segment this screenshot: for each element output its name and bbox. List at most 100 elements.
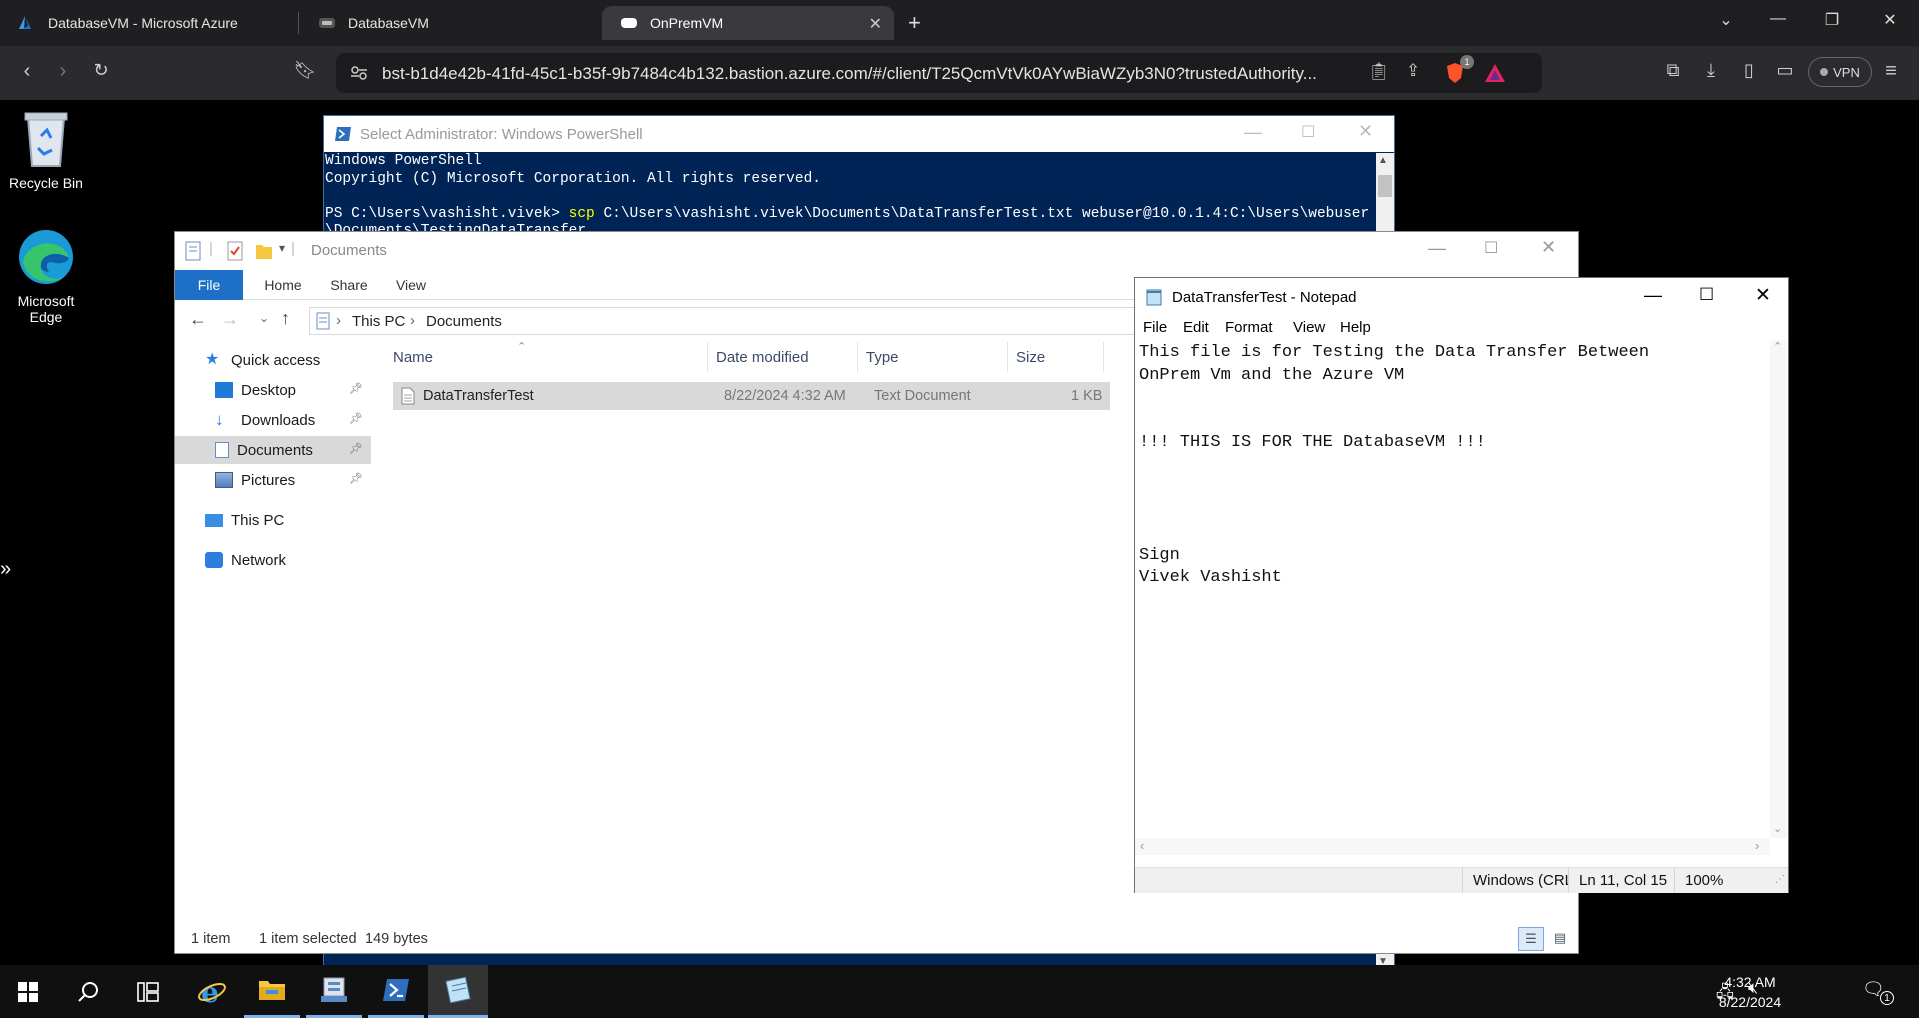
scroll-right-icon[interactable]: › xyxy=(1755,838,1759,853)
back-button[interactable]: ‹ xyxy=(12,60,42,83)
tab-databasevm-azure[interactable]: DatabaseVM - Microsoft Azure xyxy=(0,6,296,40)
notepad-icon xyxy=(1146,289,1162,306)
sidebar-icon[interactable]: ▯ xyxy=(1734,60,1764,81)
nav-documents[interactable]: Documents 📌︎ xyxy=(175,436,371,464)
notepad-vertical-scrollbar[interactable]: ⌃ ⌄ xyxy=(1770,340,1787,838)
bookmark-icon[interactable]: 🔖︎ xyxy=(290,60,320,81)
nav-network[interactable]: Network xyxy=(175,546,371,574)
pin-icon[interactable]: 📌︎ xyxy=(349,472,363,485)
explorer-titlebar[interactable]: | ▾ | Documents — ☐ ✕ xyxy=(175,232,1578,270)
pin-icon[interactable]: 📌︎ xyxy=(349,382,363,395)
column-header-type[interactable]: Type xyxy=(858,342,1008,372)
menu-format[interactable]: Format xyxy=(1225,319,1273,336)
notepad-titlebar[interactable]: DataTransferTest - Notepad — ☐ ✕ xyxy=(1135,278,1788,316)
extensions-icon[interactable]: ⧉ xyxy=(1658,60,1688,81)
maximize-button[interactable]: ☐ xyxy=(1699,285,1714,305)
nav-downloads[interactable]: ↓ Downloads 📌︎ xyxy=(175,406,371,434)
menu-file[interactable]: File xyxy=(1143,319,1167,336)
maximize-button[interactable]: ☐ xyxy=(1484,238,1498,258)
large-icons-view-icon[interactable]: ▤ xyxy=(1548,927,1572,951)
scroll-down-icon[interactable]: ⌄ xyxy=(1773,822,1782,835)
breadcrumb-this-pc[interactable]: This PC xyxy=(352,313,405,330)
nav-this-pc[interactable]: This PC xyxy=(175,506,371,534)
reload-button[interactable]: ↻ xyxy=(86,60,116,81)
quick-access-dropdown-icon[interactable]: ▾ xyxy=(279,241,285,255)
downloads-icon[interactable]: ⤓ xyxy=(1696,60,1726,81)
menu-help[interactable]: Help xyxy=(1340,319,1371,336)
back-arrow-icon[interactable]: ← xyxy=(189,309,207,330)
breadcrumb-chevron-icon[interactable]: › xyxy=(410,312,415,329)
brave-rewards-icon[interactable] xyxy=(1484,63,1506,83)
forward-arrow-icon[interactable]: → xyxy=(221,309,239,330)
resize-grip-icon[interactable]: ⋰ xyxy=(1775,874,1785,885)
notepad-window[interactable]: DataTransferTest - Notepad — ☐ ✕ File Ed… xyxy=(1134,277,1789,893)
scroll-thumb[interactable] xyxy=(1378,175,1392,197)
desktop-icon-recycle-bin[interactable]: Recycle Bin xyxy=(1,110,91,191)
powershell-titlebar[interactable]: Select Administrator: Windows PowerShell… xyxy=(324,116,1394,152)
close-button[interactable]: ✕ xyxy=(1541,237,1556,258)
close-button[interactable]: ✕ xyxy=(1358,121,1373,142)
scroll-up-icon[interactable]: ▲ xyxy=(1378,155,1388,166)
search-button[interactable] xyxy=(60,965,116,1018)
taskbar-server-manager[interactable] xyxy=(306,965,362,1018)
minimize-button[interactable]: — xyxy=(1644,285,1662,306)
powershell-console[interactable]: Windows PowerShell Copyright (C) Microsof… xyxy=(325,153,1369,241)
nav-quick-access[interactable]: ★ Quick access xyxy=(175,346,371,374)
tab-databasevm[interactable]: DatabaseVM xyxy=(300,6,596,40)
scroll-left-icon[interactable]: ‹ xyxy=(1140,838,1144,853)
column-header-date-modified[interactable]: Date modified xyxy=(708,342,858,372)
close-button[interactable]: ✕ xyxy=(1755,284,1771,307)
ribbon-tab-view[interactable]: View xyxy=(385,270,437,300)
file-row[interactable]: DataTransferTest 8/22/2024 4:32 AM Text … xyxy=(393,382,1110,410)
up-arrow-icon[interactable]: ↑ xyxy=(281,308,290,329)
tab-list-chevron-icon[interactable]: ⌄ xyxy=(1706,10,1746,30)
ribbon-tab-home[interactable]: Home xyxy=(253,270,313,300)
share-icon[interactable]: ⇪ xyxy=(1406,61,1420,81)
notepad-text-area[interactable]: This file is for Testing the Data Transf… xyxy=(1139,342,1759,590)
tab-onpremvm[interactable]: OnPremVM ✕ xyxy=(602,6,894,40)
taskbar-powershell[interactable] xyxy=(368,965,424,1018)
address-bar[interactable]: bst-b1d4e42b-41fd-45c1-b35f-9b7484c4b132… xyxy=(336,53,1542,93)
taskbar-file-explorer[interactable] xyxy=(244,965,300,1018)
wallet-icon[interactable]: ▭ xyxy=(1770,60,1800,81)
ribbon-tab-file[interactable]: File xyxy=(175,270,243,300)
menu-icon[interactable]: ≡ xyxy=(1876,60,1906,83)
column-header-size[interactable]: Size xyxy=(1008,342,1104,372)
menu-edit[interactable]: Edit xyxy=(1183,319,1209,336)
new-folder-icon[interactable] xyxy=(255,242,273,260)
menu-view[interactable]: View xyxy=(1293,319,1325,336)
taskbar-internet-explorer[interactable]: e xyxy=(184,965,240,1018)
recent-locations-icon[interactable]: ⌄ xyxy=(259,311,269,325)
scroll-up-icon[interactable]: ⌃ xyxy=(1773,340,1782,353)
ribbon-tab-share[interactable]: Share xyxy=(321,270,377,300)
task-view-button[interactable] xyxy=(120,965,176,1018)
desktop-icon-edge[interactable]: Microsoft Edge xyxy=(1,228,91,325)
breadcrumb-chevron-icon[interactable]: › xyxy=(336,312,341,329)
close-tab-icon[interactable]: ✕ xyxy=(869,14,882,34)
bastion-panel-toggle-icon[interactable]: » xyxy=(0,558,11,581)
start-button[interactable] xyxy=(0,965,56,1018)
taskbar-notepad[interactable] xyxy=(428,965,488,1018)
clipboard-icon[interactable]: 📋︎ xyxy=(1368,62,1390,82)
minimize-button[interactable]: — xyxy=(1428,238,1446,259)
forward-button[interactable]: › xyxy=(48,60,78,83)
notepad-horizontal-scrollbar[interactable]: ‹ › xyxy=(1135,838,1770,855)
maximize-button[interactable]: ☐ xyxy=(1301,122,1315,142)
pin-icon[interactable]: 📌︎ xyxy=(349,412,363,425)
pin-icon[interactable]: 📌︎ xyxy=(349,442,363,455)
restore-button[interactable]: ❐ xyxy=(1812,10,1852,30)
checkmark-icon[interactable] xyxy=(227,241,243,261)
vpn-button[interactable]: VPN xyxy=(1808,57,1872,87)
nav-desktop[interactable]: Desktop 📌︎ xyxy=(175,376,371,404)
properties-icon[interactable] xyxy=(185,241,201,261)
minimize-button[interactable]: — xyxy=(1758,10,1798,28)
new-tab-button[interactable]: + xyxy=(908,10,921,36)
site-info-icon[interactable] xyxy=(350,65,368,81)
column-header-name[interactable]: Name xyxy=(385,342,708,372)
details-view-icon[interactable]: ☰ xyxy=(1518,927,1544,951)
minimize-button[interactable]: — xyxy=(1244,122,1262,143)
taskbar-clock[interactable]: 4:32 AM 8/22/2024 xyxy=(1710,972,1790,1012)
breadcrumb-documents[interactable]: Documents xyxy=(426,313,502,330)
close-window-button[interactable]: ✕ xyxy=(1870,10,1910,30)
nav-pictures[interactable]: Pictures 📌︎ xyxy=(175,466,371,494)
